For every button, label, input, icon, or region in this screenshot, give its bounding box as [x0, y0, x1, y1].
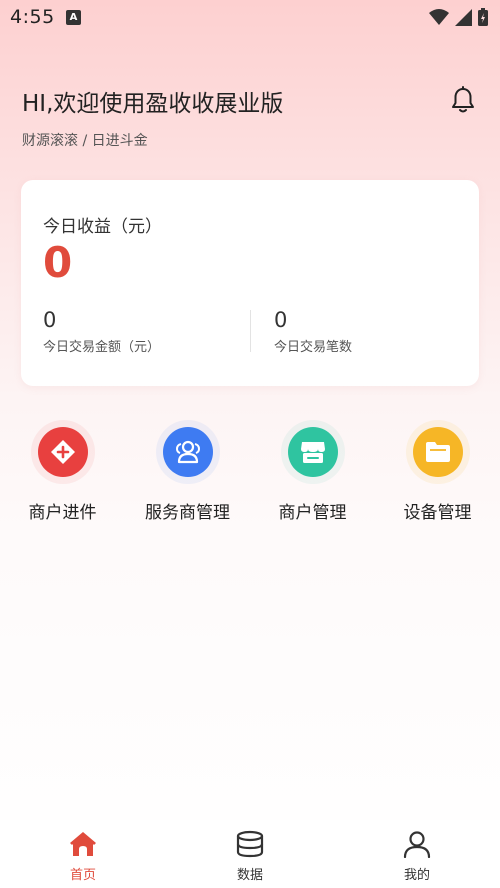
nav-item-mine[interactable]: 我的 [377, 830, 457, 883]
stat-transaction-count: 0 今日交易笔数 [274, 308, 352, 355]
earnings-value: 0 [43, 238, 73, 287]
folder-icon [412, 427, 463, 477]
menu-item-merchant-management[interactable]: 商户管理 [250, 420, 375, 523]
stat-value: 0 [43, 308, 57, 332]
stat-divider [250, 310, 251, 352]
bell-icon[interactable] [450, 86, 476, 114]
greeting-title: HI,欢迎使用盈收收展业版 [22, 91, 284, 117]
menu-item-device-management[interactable]: 设备管理 [375, 420, 500, 523]
database-icon [236, 830, 264, 858]
stat-value: 0 [274, 308, 288, 332]
store-icon [287, 427, 338, 477]
nav-label: 首页 [69, 868, 96, 883]
menu-label: 商户管理 [278, 503, 347, 523]
stat-transaction-amount: 0 今日交易金额（元） [43, 308, 160, 355]
bottom-nav: 首页 数据 我的 [0, 820, 500, 888]
wifi-icon [429, 9, 449, 25]
nav-item-home[interactable]: 首页 [43, 830, 123, 883]
nav-label: 我的 [403, 868, 430, 883]
menu-item-service-provider-management[interactable]: 服务商管理 [125, 420, 250, 523]
feature-menu: 商户进件 服务商管理 商户管理 设备管理 [0, 420, 500, 530]
menu-label: 商户进件 [28, 503, 97, 523]
status-icons [429, 8, 488, 26]
menu-label: 设备管理 [403, 503, 472, 523]
status-bar: 4:55 A [0, 0, 500, 36]
home-icon [70, 832, 96, 856]
nav-label: 数据 [236, 868, 263, 883]
nav-item-data[interactable]: 数据 [210, 830, 290, 883]
merchant-onboarding-icon [37, 427, 88, 477]
users-icon [162, 427, 213, 477]
status-time: 4:55 [10, 6, 55, 28]
notification-badge-icon: A [66, 10, 81, 25]
signal-icon [455, 8, 472, 26]
stat-label: 今日交易笔数 [274, 340, 353, 355]
greeting-subtitle: 财源滚滚 / 日进斗金 [22, 133, 148, 149]
stat-label: 今日交易金额（元） [43, 340, 161, 355]
battery-icon [478, 8, 488, 26]
menu-label: 服务商管理 [145, 503, 230, 523]
earnings-label: 今日收益（元） [43, 217, 162, 237]
earnings-card: 今日收益（元） 0 0 今日交易金额（元） 0 今日交易笔数 [21, 180, 479, 386]
menu-item-merchant-onboarding[interactable]: 商户进件 [0, 420, 125, 523]
user-icon [403, 831, 431, 858]
